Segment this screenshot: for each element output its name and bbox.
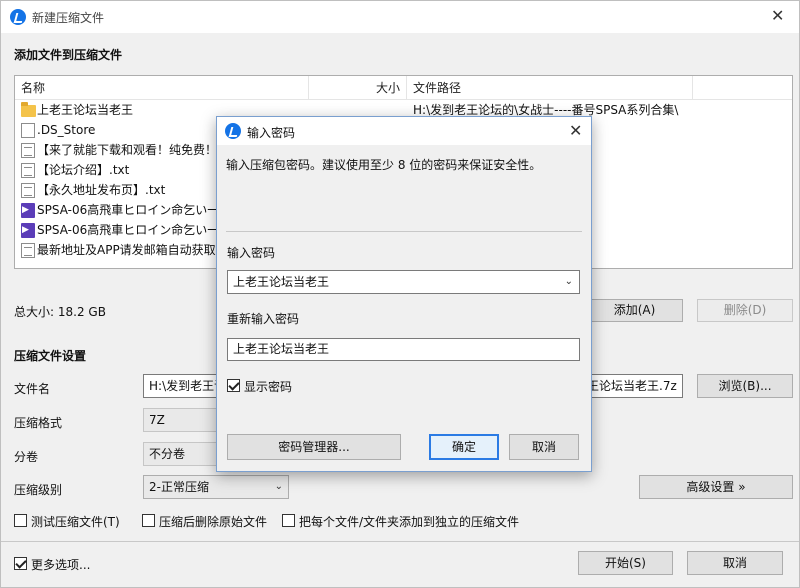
delete-source-checkbox[interactable] — [142, 514, 155, 527]
chevron-down-icon: ⌄ — [274, 481, 283, 492]
browse-button[interactable]: 浏览(B)... — [697, 374, 793, 398]
ok-button[interactable]: 确定 — [429, 434, 499, 460]
app-logo-icon — [225, 123, 241, 139]
add-button[interactable]: 添加(A) — [586, 299, 683, 322]
total-size: 总大小: 18.2 GB — [14, 305, 106, 319]
column-header-path[interactable]: 文件路径 — [407, 76, 693, 100]
file-icon — [21, 123, 35, 138]
file-name: 最新地址及APP请发邮箱自动获取！ — [37, 243, 228, 257]
show-password-label[interactable]: 显示密码 — [244, 378, 292, 395]
dialog-titlebar: 输入密码 ✕ — [217, 117, 591, 145]
dialog-title: 输入密码 — [247, 126, 296, 140]
file-name: 上老王论坛当老王 — [37, 103, 134, 117]
delete-button[interactable]: 删除(D) — [697, 299, 793, 322]
test-archive-checkbox[interactable] — [14, 514, 27, 527]
dialog-description: 输入压缩包密码。建议使用至少 8 位的密码来保证安全性。 — [226, 158, 542, 172]
level-label: 压缩级别 — [14, 483, 63, 497]
file-name: SPSA-06高飛車ヒロイン命乞い一 — [37, 203, 220, 217]
app-logo-icon — [10, 9, 26, 25]
file-name: 【永久地址发布页】.txt — [37, 183, 166, 197]
delete-source-label[interactable]: 压缩后删除原始文件 — [159, 513, 267, 530]
dialog-close-icon[interactable]: ✕ — [569, 123, 582, 139]
confirm-password-label: 重新输入密码 — [227, 312, 300, 326]
volume-label: 分卷 — [14, 450, 39, 464]
footer-divider — [1, 541, 799, 542]
folder-icon — [21, 102, 36, 117]
window-title: 新建压缩文件 — [32, 11, 105, 25]
level-select-value: 2-正常压缩 — [149, 480, 209, 494]
column-header-name[interactable]: 名称 — [15, 76, 309, 100]
text-file-icon — [21, 163, 35, 178]
password-input-value: 上老王论坛当老王 — [233, 275, 330, 289]
video-file-icon — [21, 220, 35, 240]
window-close-icon[interactable]: ✕ — [771, 8, 784, 24]
separate-archives-checkbox[interactable] — [282, 514, 295, 527]
dialog-divider — [226, 231, 582, 232]
level-select[interactable]: 2-正常压缩 ⌄ — [143, 475, 289, 499]
password-label: 输入密码 — [227, 246, 276, 260]
dialog-cancel-button[interactable]: 取消 — [509, 434, 579, 460]
password-manager-button[interactable]: 密码管理器... — [227, 434, 401, 460]
file-name: 【来了就能下载和观看！纯免费！】 — [37, 143, 230, 157]
more-options-checkbox[interactable] — [14, 557, 27, 570]
settings-section-title: 压缩文件设置 — [14, 349, 87, 363]
more-options-label[interactable]: 更多选项... — [31, 556, 90, 573]
column-header-size[interactable]: 大小 — [309, 76, 407, 100]
text-file-icon — [21, 243, 35, 258]
separate-archives-label[interactable]: 把每个文件/文件夹添加到独立的压缩文件 — [299, 513, 519, 530]
text-file-icon — [21, 143, 35, 158]
file-name: .DS_Store — [37, 123, 96, 137]
file-name: SPSA-06高飛車ヒロイン命乞い一 — [37, 223, 220, 237]
password-dialog: 输入密码 ✕ 输入压缩包密码。建议使用至少 8 位的密码来保证安全性。 输入密码… — [216, 116, 592, 472]
password-input[interactable]: 上老王论坛当老王 ⌄ — [227, 270, 580, 294]
video-file-icon — [21, 200, 35, 220]
format-label: 压缩格式 — [14, 416, 63, 430]
file-name: 【论坛介绍】.txt — [37, 163, 130, 177]
show-password-checkbox[interactable] — [227, 379, 240, 392]
chevron-down-icon[interactable]: ⌄ — [565, 271, 573, 293]
filename-field-tail[interactable]: 王论坛当老王.7z — [583, 374, 683, 398]
window-titlebar: 新建压缩文件 ✕ — [1, 1, 799, 33]
advanced-settings-button[interactable]: 高级设置 » — [639, 475, 793, 499]
files-section-title: 添加文件到压缩文件 — [14, 48, 123, 62]
text-file-icon — [21, 183, 35, 198]
test-archive-label[interactable]: 测试压缩文件(T) — [31, 513, 120, 530]
start-button[interactable]: 开始(S) — [578, 551, 673, 575]
confirm-password-input[interactable]: 上老王论坛当老王 — [227, 338, 580, 361]
file-list-header: 名称 大小 文件路径 — [15, 76, 792, 100]
filename-label: 文件名 — [14, 382, 51, 396]
cancel-button[interactable]: 取消 — [687, 551, 783, 575]
